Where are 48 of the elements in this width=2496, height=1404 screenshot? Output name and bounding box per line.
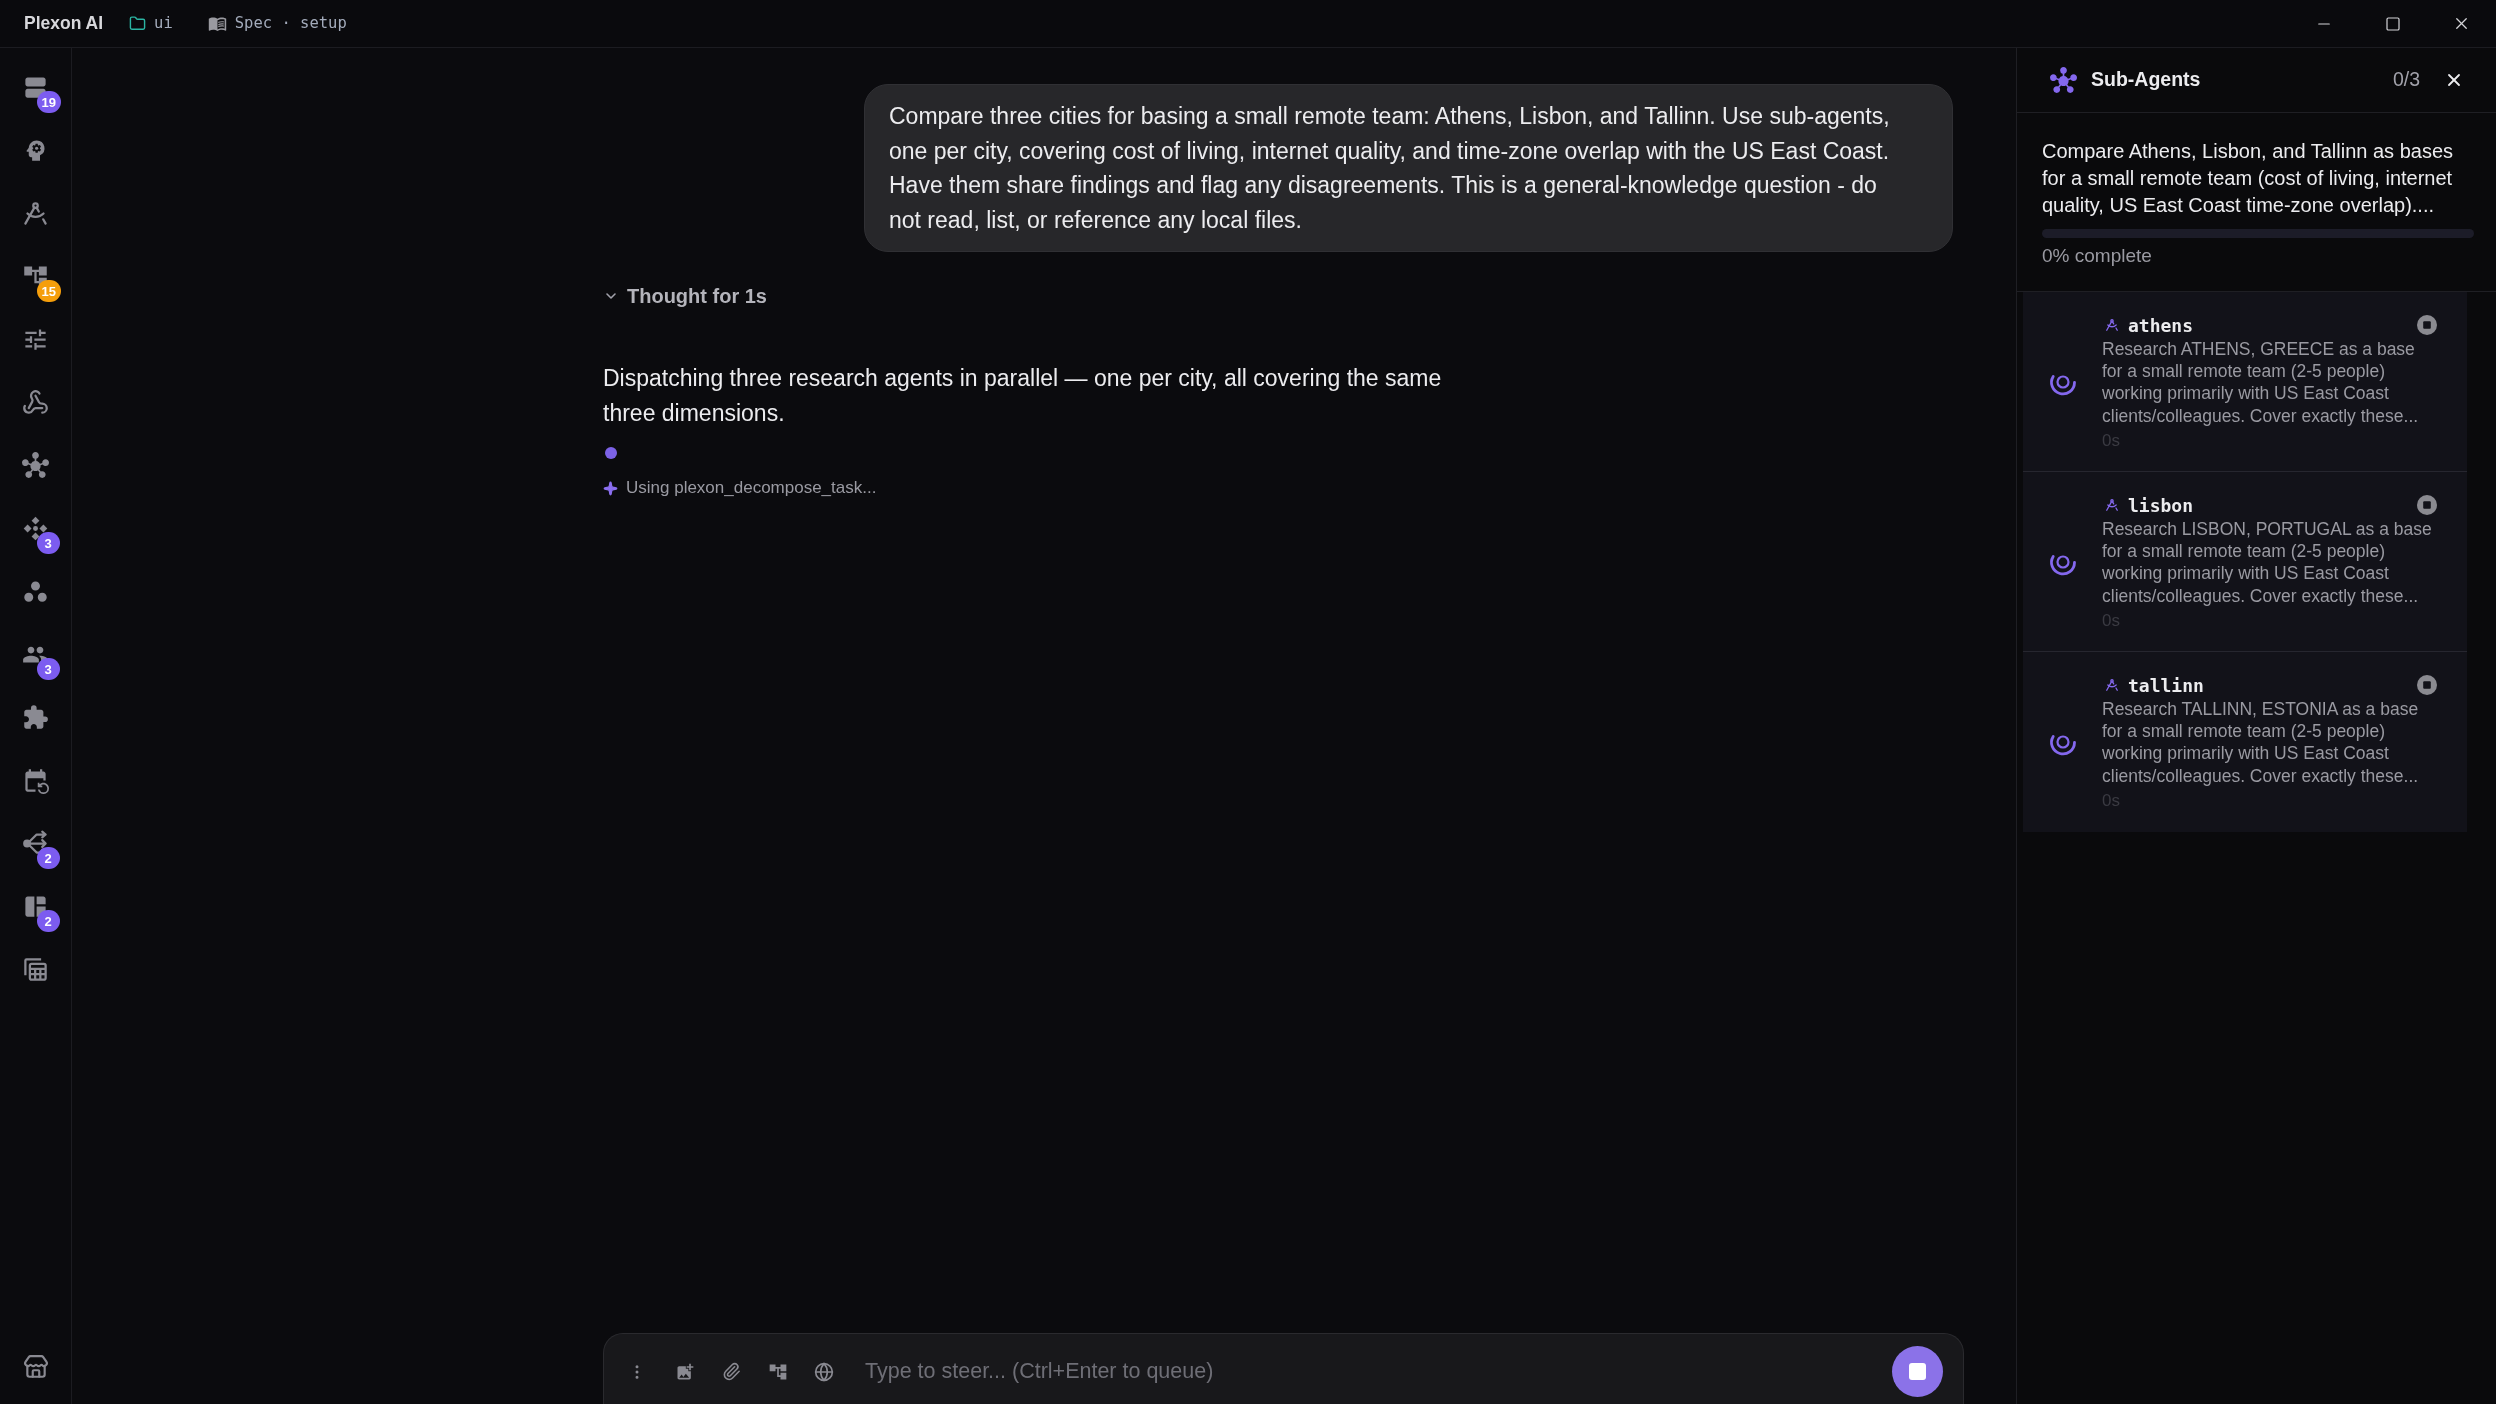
hub-icon[interactable] — [22, 452, 49, 479]
thought-toggle[interactable]: Thought for 1s — [627, 281, 767, 311]
assistant-message: Dispatching three research agents in parallel — one per city, all covering the same three dimensions. — [603, 364, 1443, 428]
app-title: Plexon AI — [24, 12, 104, 36]
drafting-compass-icon — [2105, 497, 2119, 513]
progress-label: 0% complete — [2042, 245, 2153, 267]
count-badge: 19 — [36, 91, 61, 113]
agent-count: 0/3 — [2392, 67, 2420, 93]
folder-icon — [129, 15, 147, 32]
calendar-repeat-icon[interactable] — [22, 767, 49, 794]
count-badge: 2 — [36, 847, 60, 869]
puzzle-icon[interactable] — [22, 704, 49, 731]
sparkle-icon — [603, 480, 618, 496]
folder-name[interactable]: ui — [154, 11, 173, 36]
task-summary: Compare Athens, Lisbon, and Tallinn as bases for a small remote team (cost of living, internet quality, US East Coast time-zone overlap).... — [2042, 139, 2454, 218]
agent-name: tallinn — [2128, 673, 2204, 698]
count-badge: 3 — [36, 532, 60, 554]
drafting-compass-icon — [2105, 317, 2119, 333]
stop-icon[interactable] — [2417, 495, 2437, 515]
agent-name: athens — [2128, 313, 2194, 338]
store-icon[interactable] — [22, 1354, 49, 1380]
count-badge: 2 — [36, 910, 60, 932]
sliders-icon[interactable] — [22, 326, 49, 353]
globe-icon[interactable] — [814, 1361, 834, 1382]
message-composer[interactable]: Type to steer... (Ctrl+Enter to queue) — [603, 1333, 1964, 1404]
agent-task: Research ATHENS, GREECE as a base for a small remote team (2-5 people) working primarily with US East Coast clients/colleagues. Cover exactly these... — [2102, 338, 2420, 427]
count-badge: 15 — [36, 280, 61, 302]
paperclip-icon[interactable] — [722, 1362, 741, 1381]
drafting-compass-icon[interactable] — [22, 200, 49, 227]
hub-icon — [2050, 66, 2077, 94]
add-image-icon[interactable] — [675, 1361, 695, 1382]
panel-title: Sub-Agents — [2091, 67, 2201, 93]
stop-icon[interactable] — [2417, 675, 2437, 695]
tool-status: Using plexon_decompose_task... — [626, 477, 877, 500]
agent-name: lisbon — [2128, 493, 2194, 518]
user-message: Compare three cities for basing a small remote team: Athens, Lisbon, and Tallinn. Use sub-agents, one per city, covering cost of living, internet quality, and time-zone overlap with the US East Coast. Have them share findings and flag any disagreements. This is a general-knowledge question - do not read, list, or reference any local files. — [864, 84, 1953, 252]
webhook-icon[interactable] — [22, 389, 49, 416]
stacked-table-icon[interactable] — [22, 956, 49, 983]
spec-label[interactable]: Spec · setup — [234, 11, 347, 36]
agent-task: Research LISBON, PORTUGAL as a base for a small remote team (2-5 people) working primarily with US East Coast clients/colleagues. Cover exactly these... — [2102, 518, 2433, 607]
stop-button[interactable] — [1892, 1346, 1943, 1397]
three-circles-icon[interactable] — [22, 578, 49, 605]
stop-icon[interactable] — [2417, 315, 2437, 335]
drafting-compass-icon — [2105, 677, 2119, 693]
maximize-icon[interactable] — [2384, 15, 2401, 32]
agent-task: Research TALLINN, ESTONIA as a base for a small remote team (2-5 people) working primarily with US East Coast clients/colleagues. Cover exactly these... — [2102, 698, 2420, 787]
count-badge: 3 — [36, 658, 60, 680]
message-input[interactable]: Type to steer... (Ctrl+Enter to queue) — [865, 1355, 1892, 1388]
